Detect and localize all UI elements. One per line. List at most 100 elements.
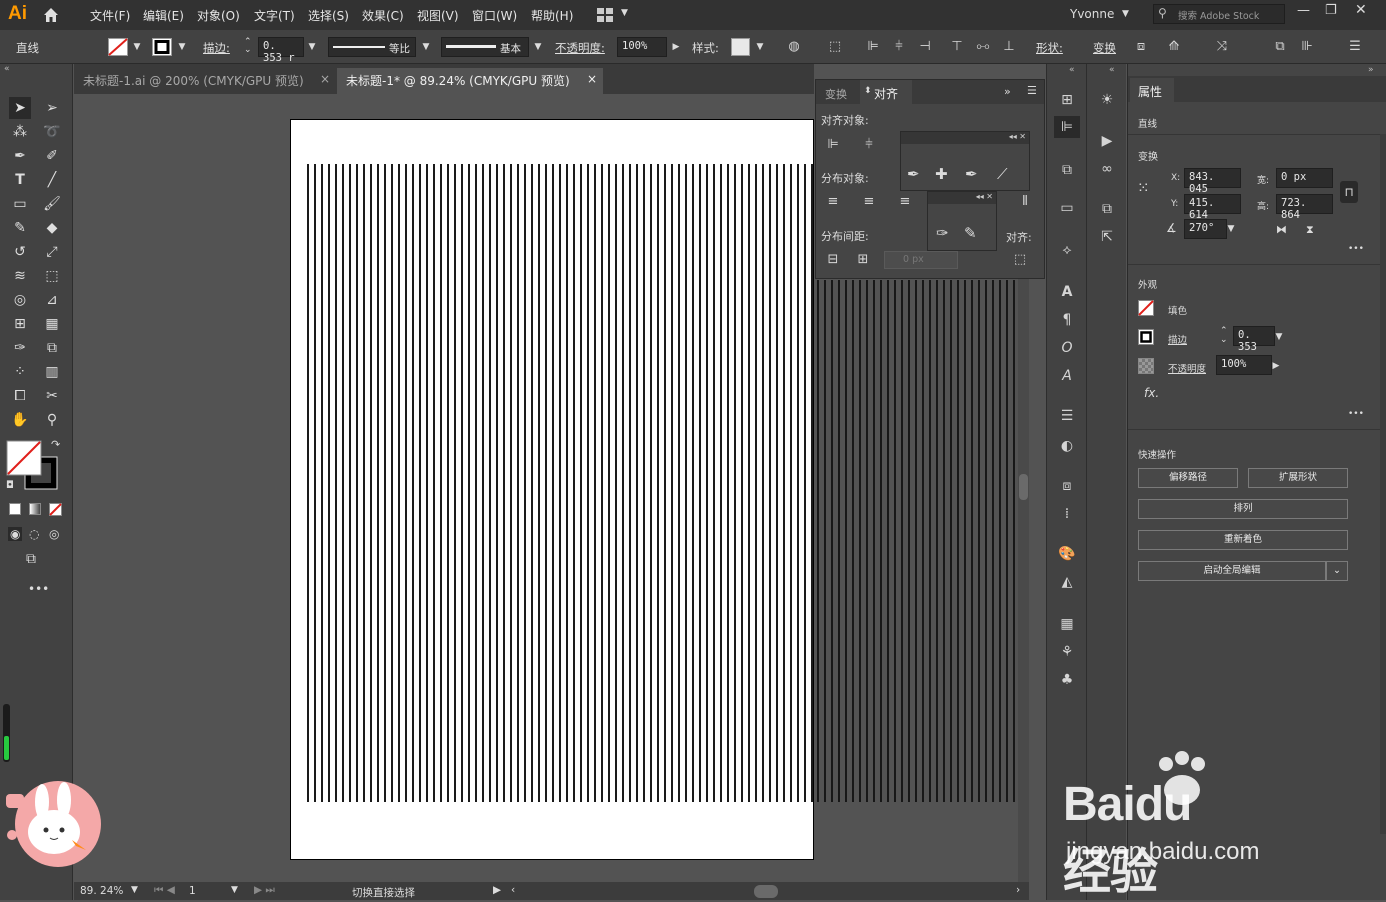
first-artboard-icon[interactable]: ⏮ ◀ bbox=[154, 884, 175, 897]
user-name[interactable]: Yvonne bbox=[1070, 7, 1114, 21]
stroke-label[interactable]: 描边: bbox=[203, 40, 230, 56]
chevron-down-icon[interactable]: ▼ bbox=[131, 41, 143, 53]
recolor-button[interactable]: 重新着色 bbox=[1138, 530, 1348, 550]
tab-align[interactable]: 对齐 bbox=[874, 85, 898, 102]
edit-toolbar-icon[interactable]: ••• bbox=[28, 582, 49, 596]
transform-options-icon[interactable]: ⟰ bbox=[1165, 38, 1183, 56]
constrain-proportions-icon[interactable]: ⊓ bbox=[1340, 181, 1358, 203]
tab-properties[interactable]: 属性 bbox=[1138, 83, 1162, 100]
menu-object[interactable]: 对象(O) bbox=[197, 7, 240, 24]
y-input[interactable]: 415. 614 bbox=[1184, 194, 1241, 221]
horizontal-scroll-thumb[interactable] bbox=[754, 885, 778, 898]
distribute-panel-icon[interactable]: ⁞ bbox=[1056, 503, 1078, 525]
delete-anchor-tool-icon[interactable]: ✒ bbox=[965, 165, 978, 183]
opacity-input[interactable]: 100% bbox=[617, 37, 667, 57]
color-mode-icon[interactable] bbox=[9, 503, 21, 515]
width-tool-icon[interactable]: ≋ bbox=[9, 265, 31, 287]
magic-wand-tool-icon[interactable]: ⁂ bbox=[9, 121, 31, 143]
menu-effect[interactable]: 效果(C) bbox=[362, 7, 404, 24]
mesh-tool-icon[interactable]: ⊞ bbox=[9, 313, 31, 335]
collapse-icon[interactable]: « bbox=[4, 64, 10, 74]
fill-swatch[interactable] bbox=[108, 38, 128, 56]
chevron-down-icon[interactable]: ▼ bbox=[754, 41, 766, 53]
minimize-button[interactable]: — bbox=[1297, 3, 1310, 18]
none-mode-icon[interactable] bbox=[49, 503, 62, 516]
close-tab-icon[interactable]: × bbox=[320, 72, 330, 86]
zoom-tool-icon[interactable]: ⚲ bbox=[41, 409, 63, 431]
graph-tool-icon[interactable]: ▥ bbox=[41, 361, 63, 383]
export-panel-icon[interactable]: ⇱ bbox=[1096, 226, 1118, 248]
chevron-down-icon[interactable]: ▼ bbox=[231, 885, 238, 895]
hand-tool-icon[interactable]: ✋ bbox=[9, 409, 31, 431]
lasso-tool-icon[interactable]: ➰ bbox=[41, 121, 63, 143]
pathfinder-panel-icon[interactable]: ⧉ bbox=[1056, 159, 1078, 181]
rectangle-tool-icon[interactable]: ▭ bbox=[9, 193, 31, 215]
direct-selection-tool-icon[interactable]: ➢ bbox=[41, 97, 63, 119]
align-left-icon[interactable]: ⊫ bbox=[864, 38, 882, 56]
chevron-down-icon[interactable]: ▼ bbox=[131, 885, 138, 895]
color-panel-icon[interactable]: ◭ bbox=[1056, 571, 1078, 593]
chevron-down-icon[interactable]: ▼ bbox=[532, 41, 544, 53]
chevron-down-icon[interactable]: ▼ bbox=[420, 41, 432, 53]
arrange-button[interactable]: 排列 bbox=[1138, 499, 1348, 519]
swatches-panel-icon[interactable]: ▦ bbox=[1056, 613, 1078, 635]
menu-type[interactable]: 文字(T) bbox=[254, 7, 295, 24]
menu-window[interactable]: 窗口(W) bbox=[472, 7, 517, 24]
collapse-icon[interactable]: » bbox=[1368, 65, 1374, 75]
draw-inside-icon[interactable]: ◎ bbox=[49, 527, 59, 541]
scroll-left-icon[interactable]: ‹ bbox=[511, 884, 515, 896]
swap-fill-stroke-icon[interactable]: ↷ bbox=[51, 438, 60, 451]
gradient-panel-icon[interactable]: ▭ bbox=[1056, 197, 1078, 219]
global-edit-options[interactable]: ⌄ bbox=[1326, 561, 1348, 581]
chevron-down-icon[interactable]: ▼ bbox=[306, 41, 318, 53]
expand-icon[interactable]: » bbox=[1004, 85, 1011, 98]
scroll-right-icon[interactable]: › bbox=[1016, 884, 1020, 896]
paintbrush-tool-icon[interactable]: 🖌 bbox=[41, 193, 63, 215]
collapse-icon[interactable]: « bbox=[1069, 65, 1075, 75]
align-left-icon[interactable]: ⊫ bbox=[824, 136, 842, 154]
stroke-weight-input[interactable]: 0. 353 r bbox=[258, 37, 304, 64]
align-hcenter-icon[interactable]: ⫩ bbox=[860, 136, 878, 154]
x-input[interactable]: 843. 045 bbox=[1184, 168, 1241, 195]
artboards-panel-icon[interactable]: ⊞ bbox=[1056, 89, 1078, 111]
opacity-input[interactable]: 100% bbox=[1216, 355, 1272, 375]
eraser-tool-icon[interactable]: ◆ bbox=[41, 217, 63, 239]
puppet-warp-icon[interactable]: ⤨ bbox=[1213, 38, 1231, 56]
distribute-vspace-icon[interactable]: ⊟ bbox=[824, 251, 842, 269]
shape-builder-tool-icon[interactable]: ◎ bbox=[9, 289, 31, 311]
spacing-input[interactable]: 0 px bbox=[884, 251, 958, 269]
align-right-icon[interactable]: ⊣ bbox=[916, 38, 934, 56]
appearance-panel-icon[interactable]: ☀ bbox=[1096, 89, 1118, 111]
glyphs-panel-icon[interactable]: A bbox=[1056, 365, 1078, 387]
close-button[interactable]: ✕ bbox=[1355, 2, 1367, 18]
eyedropper-tool-icon[interactable]: ✑ bbox=[9, 337, 31, 359]
collapse-icon[interactable]: « bbox=[1109, 65, 1115, 75]
paragraph-panel-icon[interactable]: ¶ bbox=[1056, 309, 1078, 331]
distribute-top-icon[interactable]: ≡ bbox=[824, 193, 842, 211]
chevron-down-icon[interactable]: ▼ bbox=[1273, 331, 1285, 343]
graphic-style-swatch[interactable] bbox=[731, 38, 750, 56]
fill-none-swatch[interactable] bbox=[1138, 300, 1154, 316]
tab-doc-2[interactable]: 未标题-1* @ 89.24% (CMYK/GPU 预览) × bbox=[337, 68, 603, 94]
opacity-label[interactable]: 不透明度: bbox=[555, 40, 605, 56]
slice-tool-icon[interactable]: ✂ bbox=[41, 385, 63, 407]
actions-panel-icon[interactable]: ▶ bbox=[1096, 130, 1118, 152]
menu-file[interactable]: 文件(F) bbox=[90, 7, 130, 24]
panel-menu-icon[interactable]: ☰ bbox=[1027, 84, 1037, 97]
layers-panel-icon[interactable]: ⟡ bbox=[1056, 239, 1078, 261]
home-icon[interactable] bbox=[42, 6, 60, 24]
chevron-right-icon[interactable]: ▶ bbox=[1270, 360, 1282, 372]
stroke-swatch[interactable] bbox=[152, 38, 172, 56]
fx-button[interactable]: fx. bbox=[1144, 386, 1159, 400]
scroll-thumb[interactable] bbox=[1019, 474, 1028, 500]
distribute-bottom-icon[interactable]: ≡ bbox=[896, 193, 914, 211]
brush-definition[interactable]: 基本 bbox=[441, 37, 529, 57]
perspective-grid-tool-icon[interactable]: ⊿ bbox=[41, 289, 63, 311]
align-panel-icon[interactable]: ⊫ bbox=[1054, 116, 1080, 138]
gradient-mode-icon[interactable] bbox=[29, 503, 41, 515]
symbol-sprayer-tool-icon[interactable]: ⁘ bbox=[9, 361, 31, 383]
stroke-panel-icon[interactable]: ☰ bbox=[1056, 405, 1078, 427]
draw-normal-icon[interactable]: ◉ bbox=[8, 527, 23, 541]
recolor-icon[interactable]: ◍ bbox=[785, 38, 803, 56]
curvature-tool-icon[interactable]: ✐ bbox=[41, 145, 63, 167]
